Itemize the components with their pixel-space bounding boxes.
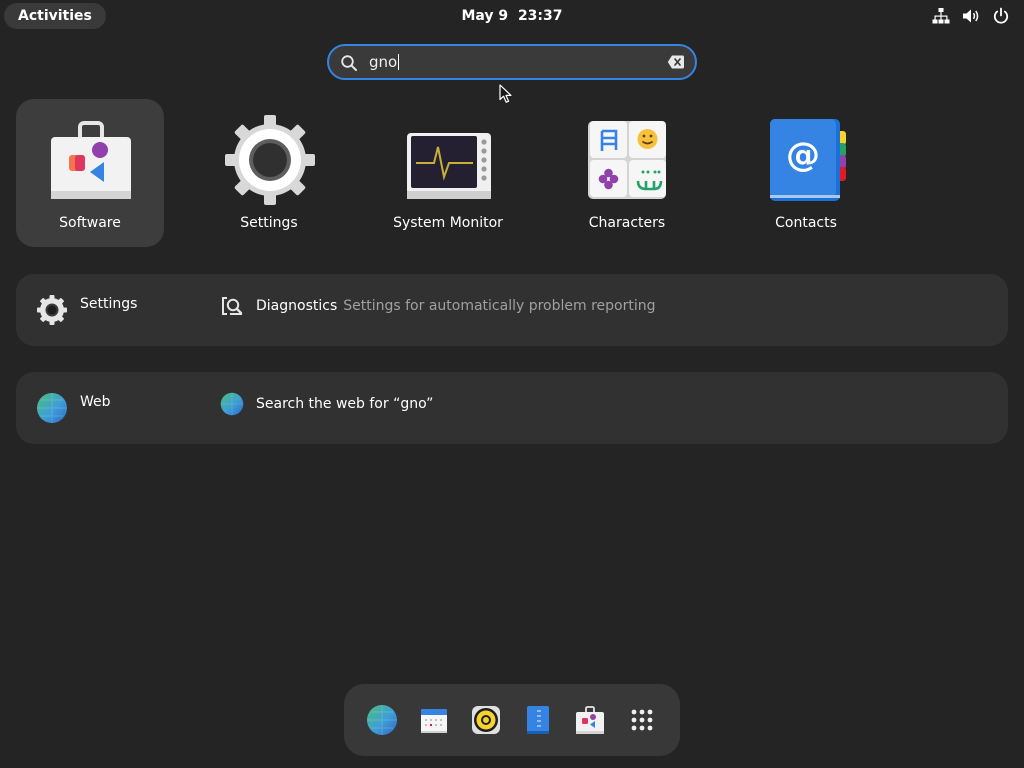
clock: May 9 23:37 [0, 0, 1024, 32]
clock-button[interactable]: May 9 23:37 [461, 8, 562, 24]
app-label: Settings [240, 215, 298, 231]
clock-date: May 9 [461, 8, 509, 24]
result-title: Search the web for “gno” [256, 396, 434, 412]
search-entry[interactable]: gno [327, 44, 697, 80]
contacts-icon: @ [770, 119, 846, 201]
web-globe-icon[interactable] [36, 392, 68, 424]
app-result-characters[interactable]: Characters [553, 99, 701, 247]
search-provider-web: Web Search the web for “gno” [16, 372, 1008, 444]
characters-icon [588, 121, 666, 199]
provider-name: Web [80, 394, 111, 410]
search-input[interactable]: gno [369, 46, 400, 78]
search-provider-settings: Settings Diagnostics Settings for automat… [16, 274, 1008, 346]
network-icon[interactable] [932, 7, 950, 25]
dash [344, 684, 680, 756]
settings-gear-icon[interactable] [36, 294, 68, 326]
clock-time: 23:37 [517, 8, 563, 24]
clear-text-icon[interactable] [667, 54, 685, 70]
app-label: Characters [588, 215, 666, 231]
dash-music-player-icon[interactable] [470, 704, 502, 736]
result-title-text: Diagnostics [256, 298, 338, 314]
settings-gear-icon [225, 115, 315, 205]
dash-software-store-icon[interactable] [574, 704, 606, 736]
search-query: gno [369, 53, 398, 71]
power-icon[interactable] [992, 7, 1010, 25]
app-result-settings[interactable]: Settings [195, 99, 343, 247]
app-label: System Monitor [393, 215, 503, 231]
dash-text-editor-icon[interactable] [522, 704, 554, 736]
result-description: Settings for automatically problem repor… [343, 298, 656, 314]
diagnostics-icon [222, 297, 243, 315]
dash-web-globe-icon[interactable] [366, 704, 398, 736]
result-title: Diagnostics Settings for automatically pr… [256, 298, 656, 314]
text-caret [398, 54, 400, 70]
app-label: Software [59, 215, 121, 231]
app-result-software[interactable]: Software [16, 99, 164, 247]
dash-calendar-icon[interactable] [418, 704, 450, 736]
web-globe-icon [220, 392, 244, 416]
system-monitor-icon [407, 133, 491, 199]
search-icon [341, 55, 357, 71]
svg-text:@: @ [786, 135, 820, 175]
app-result-system-monitor[interactable]: System Monitor [374, 99, 522, 247]
software-store-icon [51, 121, 131, 199]
provider-name: Settings [80, 296, 138, 312]
app-result-contacts[interactable]: @ Contacts [732, 99, 880, 247]
activities-button[interactable]: Activities [4, 3, 106, 29]
system-tray[interactable] [932, 7, 1010, 25]
app-label: Contacts [775, 215, 837, 231]
volume-icon[interactable] [962, 7, 980, 25]
top-bar: Activities May 9 23:37 [0, 0, 1024, 32]
dash-app-grid-icon[interactable] [626, 704, 658, 736]
